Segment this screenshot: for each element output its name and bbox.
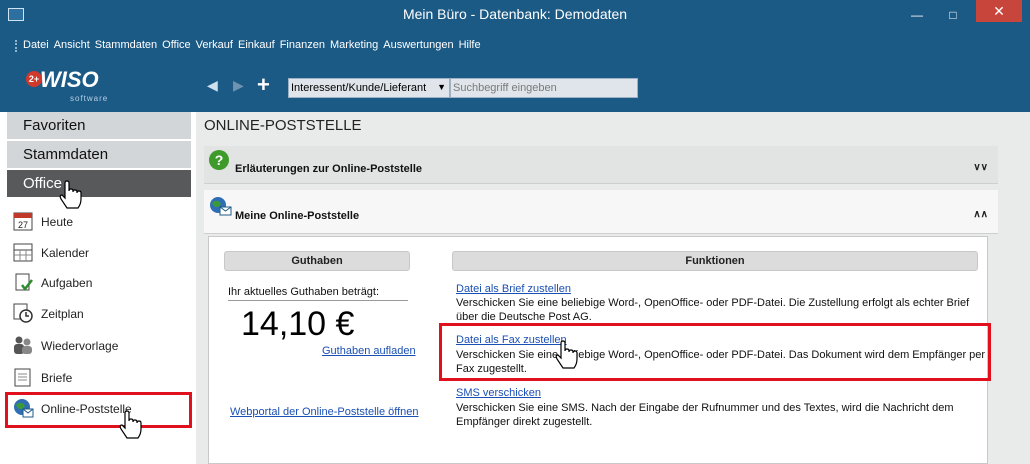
help-icon: ? <box>209 150 229 170</box>
sidebar-item-aufgaben[interactable]: Aufgaben <box>12 271 182 295</box>
menu-datei[interactable]: Datei <box>23 39 49 51</box>
title-bar: Mein Büro - Datenbank: Demodaten — □ ✕ <box>0 0 1030 30</box>
sms-desc-line2: Empfänger direkt zugestellt. <box>456 416 593 428</box>
guthaben-label: Ihr aktuelles Guthaben beträgt: <box>228 285 408 301</box>
chevron-down-icon: ▼ <box>437 82 446 92</box>
menu-hilfe[interactable]: Hilfe <box>459 39 481 51</box>
sidebar-header-stammdaten[interactable]: Stammdaten <box>7 141 191 169</box>
guthaben-amount: 14,10 € <box>241 305 355 343</box>
funktionen-header: Funktionen <box>452 251 978 271</box>
sidebar-item-label: Kalender <box>41 246 90 260</box>
guthaben-aufladen-link[interactable]: Guthaben aufladen <box>322 345 416 357</box>
menu-einkauf[interactable]: Einkauf <box>238 39 275 51</box>
menu-verkauf[interactable]: Verkauf <box>196 39 233 51</box>
menu-stammdaten[interactable]: Stammdaten <box>95 39 157 51</box>
menu-auswertungen[interactable]: Auswertungen <box>383 39 453 51</box>
highlight-fax-zustellen <box>439 323 991 381</box>
globe-mail-icon <box>210 197 232 216</box>
forward-arrow-icon[interactable]: ▶ <box>233 77 244 94</box>
sidebar-item-label: Briefe <box>41 371 73 385</box>
menu-marketing[interactable]: Marketing <box>330 39 378 51</box>
tasks-icon <box>15 273 33 292</box>
highlight-online-poststelle <box>5 392 192 428</box>
brief-desc-line1: Verschicken Sie eine beliebige Word-, Op… <box>456 297 970 309</box>
maximize-button[interactable]: □ <box>941 8 965 22</box>
search-input[interactable]: Suchbegriff eingeben <box>450 78 638 98</box>
sidebar-item-heute[interactable]: 27 Heute <box>12 210 182 234</box>
poststelle-content: Guthaben Ihr aktuelles Guthaben beträgt:… <box>208 236 991 464</box>
hand-cursor-icon <box>59 180 82 209</box>
search-scope-select[interactable]: Interessent/Kunde/Lieferant ▼ <box>288 78 450 98</box>
menu-finanzen[interactable]: Finanzen <box>280 39 325 51</box>
letter-icon <box>14 368 31 387</box>
close-button[interactable]: ✕ <box>976 0 1022 22</box>
sidebar-header-favoriten[interactable]: Favoriten <box>7 112 191 140</box>
brief-zustellen-link[interactable]: Datei als Brief zustellen <box>456 283 571 295</box>
panel-online-poststelle[interactable]: Meine Online-Poststelle ∧∧ <box>204 190 998 234</box>
sidebar-header-office[interactable]: Office <box>7 170 191 198</box>
sidebar-item-zeitplan[interactable]: Zeitplan <box>12 302 182 326</box>
menu-bar: Datei Ansicht Stammdaten Office Verkauf … <box>0 32 1030 58</box>
calendar-icon <box>13 243 33 262</box>
toolbar: 2+ WISO software ◀ ▶ + Interessent/Kunde… <box>0 60 1030 112</box>
sidebar-item-label: Wiedervorlage <box>41 339 119 353</box>
panel-post-title: Meine Online-Poststelle <box>235 210 360 222</box>
sidebar-item-briefe[interactable]: Briefe <box>12 366 182 390</box>
menu-ansicht[interactable]: Ansicht <box>54 39 90 51</box>
search-scope-value: Interessent/Kunde/Lieferant <box>291 82 427 94</box>
back-arrow-icon[interactable]: ◀ <box>207 77 218 94</box>
clock-icon <box>13 303 33 323</box>
sidebar-item-label: Zeitplan <box>41 307 84 321</box>
add-icon[interactable]: + <box>257 72 270 98</box>
sidebar-item-label: Heute <box>41 215 74 229</box>
minimize-button[interactable]: — <box>905 8 929 22</box>
guthaben-header: Guthaben <box>224 251 410 271</box>
panel-help-title: Erläuterungen zur Online-Poststelle <box>235 163 423 175</box>
logo-sub: software <box>70 94 109 103</box>
people-icon <box>14 336 32 354</box>
webportal-link[interactable]: Webportal der Online-Poststelle öffnen <box>230 406 419 418</box>
sms-desc-line1: Verschicken Sie eine SMS. Nach der Einga… <box>456 402 954 414</box>
sms-verschicken-link[interactable]: SMS verschicken <box>456 387 541 399</box>
sidebar-item-kalender[interactable]: Kalender <box>12 241 182 265</box>
menu-office[interactable]: Office <box>162 39 191 51</box>
page-title: ONLINE-POSTSTELLE <box>204 117 362 134</box>
sidebar-item-wiedervorlage[interactable]: Wiedervorlage <box>12 334 182 358</box>
svg-text:27: 27 <box>18 220 28 230</box>
chevron-double-down-icon[interactable]: ∨∨ <box>973 162 988 173</box>
hand-cursor-icon <box>555 340 578 369</box>
calendar-day-icon: 27 <box>13 212 33 231</box>
menu-grip <box>15 40 17 52</box>
sidebar-item-label: Aufgaben <box>41 276 93 290</box>
wiso-logo: 2+ WISO software <box>24 64 114 106</box>
panel-erlaeuterungen[interactable]: ? Erläuterungen zur Online-Poststelle ∨∨ <box>204 146 998 184</box>
logo-word: WISO <box>40 67 99 92</box>
chevron-double-up-icon[interactable]: ∧∧ <box>973 209 988 220</box>
sidebar: Favoriten Stammdaten Office 27 Heute Kal… <box>0 112 196 464</box>
window-title: Mein Büro - Datenbank: Demodaten <box>402 6 628 22</box>
hand-cursor-icon <box>119 410 142 439</box>
